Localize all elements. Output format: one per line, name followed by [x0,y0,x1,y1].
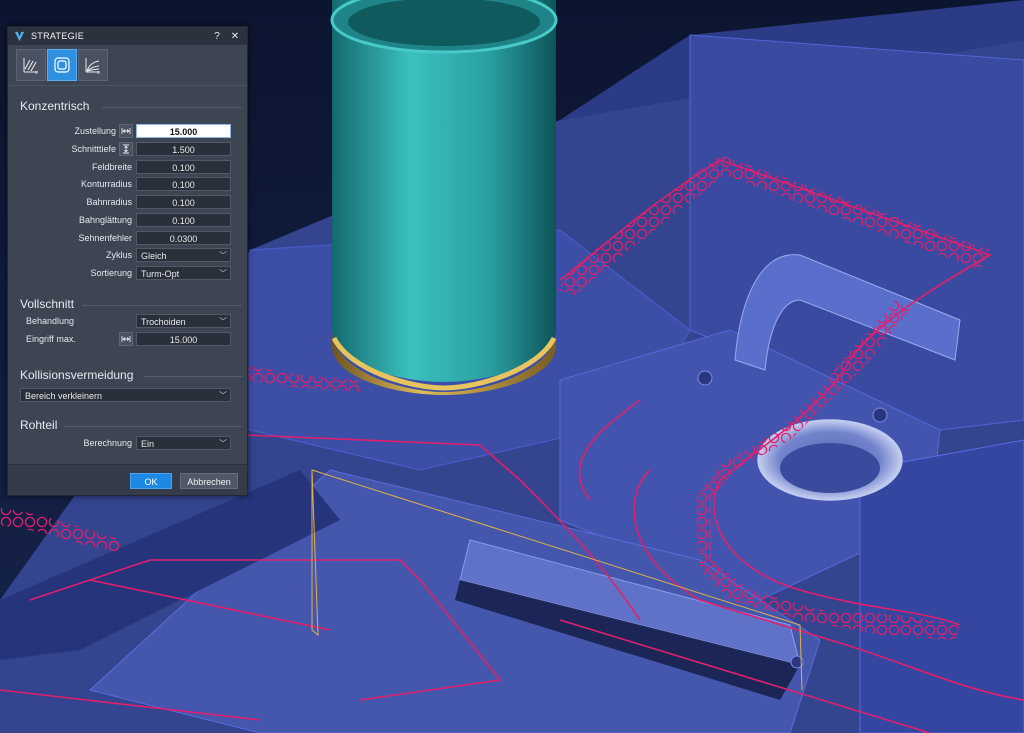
cancel-button[interactable]: Abbrechen [180,473,238,489]
label-sehnenfehler: Sehnenfehler [78,233,132,243]
app-logo-icon [14,31,25,41]
section-divider [64,426,242,427]
zustellung-input[interactable]: 15.000 [136,124,231,138]
depth-arrows-icon [123,144,129,154]
strategy-tab-bar: x x [8,45,247,86]
sehnenfehler-input[interactable]: 0.0300 [136,231,231,245]
width-arrows-icon [121,336,131,342]
section-rohteil: Rohteil [20,418,242,432]
label-bahnglaettung: Bahnglättung [78,215,132,225]
schnitttiefe-input[interactable]: 1.500 [136,142,231,156]
label-berechnung: Berechnung [83,438,132,448]
schnitttiefe-unit-button[interactable] [119,142,133,156]
section-konzentrisch: Konzentrisch [20,99,242,113]
tab-strategy-parallel[interactable]: x [16,49,46,81]
strategy-radial-icon: x [85,58,100,75]
section-title-vollschnitt: Vollschnitt [20,297,75,311]
section-kollisionsvermeidung: Kollisionsvermeidung [20,368,242,382]
behandlung-value: Trochoiden [141,317,186,327]
kollision-mode-select[interactable]: Bereich verkleinern ﹀ [20,388,231,402]
sortierung-value: Turm-Opt [141,269,180,279]
tab-strategy-concentric[interactable] [47,49,77,81]
section-divider [144,376,242,377]
label-feldbreite: Feldbreite [91,162,132,172]
label-eingriff: Eingriff max. [26,334,76,344]
section-title-kollisionsvermeidung: Kollisionsvermeidung [20,368,134,382]
behandlung-select[interactable]: Trochoiden ﹀ [136,314,231,328]
strategy-dialog: STRATEGIE ? ✕ x x Konzentrisch Zustellun… [7,26,248,496]
bahnradius-input[interactable]: 0.100 [136,195,231,209]
width-arrows-icon [121,128,131,134]
feldbreite-input[interactable]: 0.100 [136,160,231,174]
chevron-down-icon: ﹀ [219,391,227,400]
label-zustellung: Zustellung [74,126,116,136]
section-title-rohteil: Rohteil [20,418,58,432]
chevron-down-icon: ﹀ [219,439,227,448]
ok-button[interactable]: OK [130,473,172,489]
section-divider [82,305,242,306]
eingriff-unit-button[interactable] [119,332,133,346]
dialog-title: STRATEGIE [31,31,85,41]
close-button[interactable]: ✕ [229,31,241,42]
chevron-down-icon: ﹀ [219,317,227,326]
label-sortierung: Sortierung [90,268,132,278]
label-schnitttiefe: Schnitttiefe [71,144,116,154]
sortierung-select[interactable]: Turm-Opt ﹀ [136,266,231,280]
chevron-down-icon: ﹀ [219,269,227,278]
dialog-footer: OK Abbrechen [8,464,247,495]
konturradius-input[interactable]: 0.100 [136,177,231,191]
label-behandlung: Behandlung [26,316,75,326]
berechnung-select[interactable]: Ein ﹀ [136,436,231,450]
eingriff-input[interactable]: 15.000 [136,332,231,346]
berechnung-value: Ein [141,439,155,449]
label-konturradius: Konturradius [80,179,132,189]
bahnglaettung-input[interactable]: 0.100 [136,213,231,227]
zustellung-unit-button[interactable] [119,124,133,138]
zyklus-value: Gleich [141,251,167,261]
section-title-konzentrisch: Konzentrisch [20,99,90,113]
tab-strategy-radial[interactable]: x [78,49,108,81]
kollision-mode-value: Bereich verkleinern [25,391,103,401]
milling-tool[interactable] [330,0,558,395]
dialog-titlebar[interactable]: STRATEGIE ? ✕ [8,27,247,45]
section-vollschnitt: Vollschnitt [20,297,242,311]
chevron-down-icon: ﹀ [219,251,227,260]
label-zyklus: Zyklus [105,250,132,260]
zyklus-select[interactable]: Gleich ﹀ [136,248,231,262]
strategy-concentric-icon [54,57,70,73]
section-divider [102,107,242,108]
strategy-parallel-icon: x [23,58,38,75]
help-button[interactable]: ? [211,31,223,42]
label-bahnradius: Bahnradius [86,197,132,207]
